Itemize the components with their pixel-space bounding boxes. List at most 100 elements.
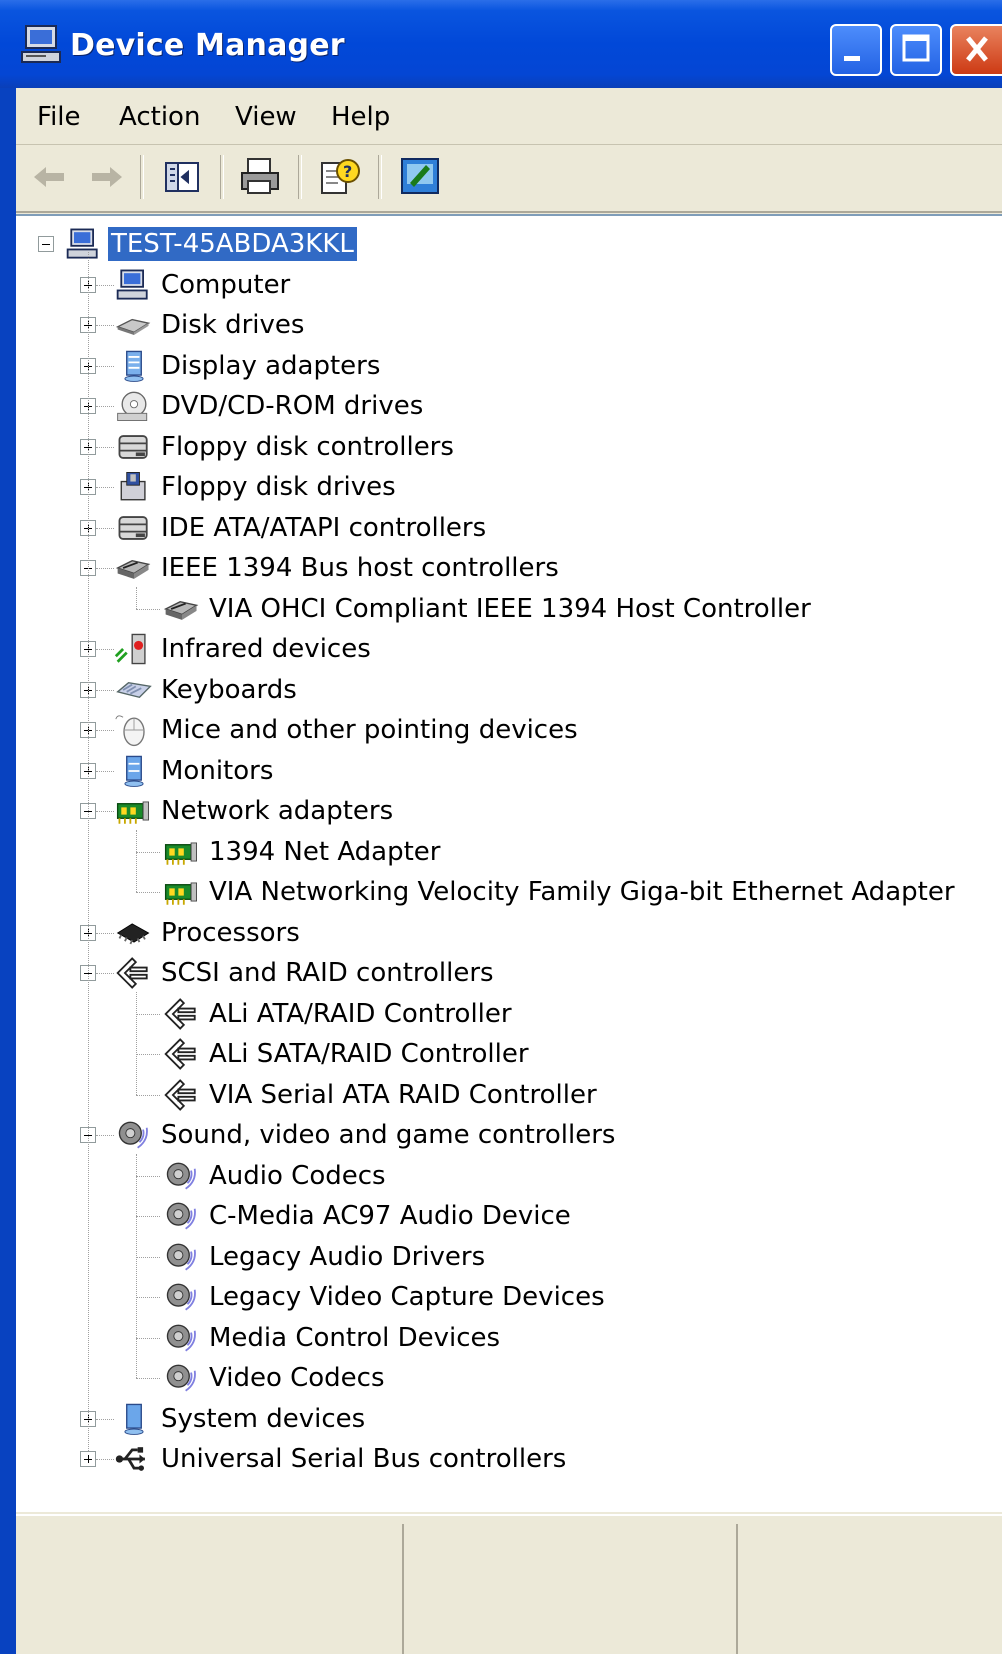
tree-device[interactable]: 1394 Net Adapter xyxy=(162,832,444,872)
tree-device[interactable]: ALi ATA/RAID Controller xyxy=(162,994,515,1034)
tree-connector-line xyxy=(96,365,114,367)
tree-item-label: SCSI and RAID controllers xyxy=(161,958,494,988)
tree-item-label: Infrared devices xyxy=(161,634,371,664)
cdrom-icon xyxy=(117,391,148,421)
ieee1394-icon xyxy=(163,600,199,620)
tree-category[interactable]: Keyboards xyxy=(114,670,300,710)
tree-connector-line xyxy=(96,730,114,731)
tree-connector-line xyxy=(136,1175,160,1177)
tree-device[interactable]: VIA Serial ATA RAID Controller xyxy=(162,1075,600,1115)
controller-icon xyxy=(118,515,148,540)
speaker-icon xyxy=(166,1243,196,1270)
tree-connector-line xyxy=(96,973,114,974)
tree-connector-line xyxy=(136,586,137,609)
menu-help[interactable]: Help xyxy=(331,102,390,132)
print-icon[interactable] xyxy=(238,155,282,199)
tree-item-label: Keyboards xyxy=(161,674,297,705)
tree-category[interactable]: Universal Serial Bus controllers xyxy=(114,1439,569,1479)
tree-device[interactable]: Media Control Devices xyxy=(162,1318,503,1358)
scsi-icon xyxy=(116,957,148,989)
scsi-icon xyxy=(164,1078,196,1111)
tree-connector-line xyxy=(96,649,114,650)
tree-connector-line xyxy=(136,1094,160,1096)
tree-device[interactable]: C-Media AC97 Audio Device xyxy=(162,1196,574,1236)
minimize-icon xyxy=(844,56,860,61)
tree-category[interactable]: Display adapters xyxy=(114,346,383,386)
tree-connector-line xyxy=(96,932,114,934)
tree-category[interactable]: Floppy disk controllers xyxy=(114,427,457,467)
menu-bar: File Action View Help xyxy=(16,88,1002,145)
tree-device[interactable]: Audio Codecs xyxy=(162,1156,389,1196)
tree-category[interactable]: Floppy disk drives xyxy=(114,467,399,507)
tree-device[interactable]: Video Codecs xyxy=(162,1358,388,1398)
scan-hardware-icon[interactable] xyxy=(398,155,442,199)
maximize-button[interactable] xyxy=(890,24,942,76)
tree-device[interactable]: VIA OHCI Compliant IEEE 1394 Host Contro… xyxy=(162,589,814,629)
device-manager-window: Device Manager File Action View Help ? T… xyxy=(0,0,1002,1654)
tree-device[interactable]: ALi SATA/RAID Controller xyxy=(162,1034,532,1074)
floppy-icon xyxy=(120,472,146,501)
tree-connector-line xyxy=(96,487,114,488)
tree-connector-line xyxy=(96,770,114,772)
speaker-icon xyxy=(166,1324,196,1351)
tree-category[interactable]: Mice and other pointing devices xyxy=(114,710,581,750)
tree-category[interactable]: Infrared devices xyxy=(114,629,374,669)
mouse-icon xyxy=(115,715,145,747)
tree-category[interactable]: Processors xyxy=(114,913,303,953)
show-hide-console-tree-icon[interactable] xyxy=(160,155,204,199)
tree-category[interactable]: Computer xyxy=(114,265,293,305)
close-icon xyxy=(966,36,988,62)
tree-connector-line xyxy=(96,811,114,812)
tree-item-label: Computer xyxy=(161,269,291,300)
tree-item-label: C-Media AC97 Audio Device xyxy=(209,1201,571,1231)
ieee1394-icon xyxy=(115,560,151,579)
tree-connector-line xyxy=(136,892,160,893)
tree-category[interactable]: Disk drives xyxy=(114,305,307,345)
tree-category[interactable]: Sound, video and game controllers xyxy=(114,1115,618,1155)
toolbar: ? xyxy=(16,145,1002,213)
controller-icon xyxy=(118,434,148,459)
tree-category[interactable]: DVD/CD-ROM drives xyxy=(114,386,426,426)
close-button[interactable] xyxy=(950,24,1002,76)
expand-button[interactable] xyxy=(80,1451,96,1467)
speaker-icon xyxy=(166,1283,196,1311)
tree-category[interactable]: SCSI and RAID controllers xyxy=(114,953,497,993)
tree-category[interactable]: Network adapters xyxy=(114,791,396,831)
display-adapter-icon xyxy=(124,350,144,382)
tree-category[interactable]: IDE ATA/ATAPI controllers xyxy=(114,508,489,548)
network-card-icon xyxy=(164,882,197,905)
computer-monitor-icon xyxy=(21,25,61,63)
tree-item-label: Legacy Video Capture Devices xyxy=(209,1282,605,1312)
tree-connector-line xyxy=(136,1216,160,1217)
forward-arrow-icon[interactable] xyxy=(84,155,128,199)
tree-device[interactable]: Legacy Audio Drivers xyxy=(162,1237,488,1277)
window-left-border xyxy=(0,88,16,1654)
status-pane-divider xyxy=(402,1524,404,1654)
device-tree[interactable]: TEST-45ABDA3KKL Computer Disk drives Displa… xyxy=(16,214,1002,1512)
tree-category[interactable]: System devices xyxy=(114,1399,368,1439)
tree-connector-line xyxy=(96,446,114,448)
minimize-button[interactable] xyxy=(830,24,882,76)
system-device-icon xyxy=(124,1403,144,1435)
computer-icon xyxy=(116,269,148,300)
toolbar-separator xyxy=(378,155,382,199)
properties-help-icon[interactable]: ? xyxy=(318,155,362,199)
tree-item-label: DVD/CD-ROM drives xyxy=(161,391,424,421)
tree-connector-line xyxy=(136,608,160,610)
tree-device[interactable]: VIA Networking Velocity Family Giga-bit … xyxy=(162,872,958,912)
collapse-button[interactable] xyxy=(38,236,54,252)
tree-connector-line xyxy=(96,325,114,326)
tree-root[interactable]: TEST-45ABDA3KKL xyxy=(64,224,358,264)
tree-device[interactable]: Legacy Video Capture Devices xyxy=(162,1277,608,1317)
menu-file[interactable]: File xyxy=(37,102,81,132)
tree-connector-line xyxy=(96,568,114,569)
toolbar-separator xyxy=(140,155,144,199)
tree-connector-line xyxy=(136,991,137,1095)
tree-category[interactable]: Monitors xyxy=(114,751,276,791)
window-title: Device Manager xyxy=(70,28,345,63)
back-arrow-icon[interactable] xyxy=(28,155,72,199)
menu-action[interactable]: Action xyxy=(119,102,200,132)
tree-category[interactable]: IEEE 1394 Bus host controllers xyxy=(114,548,562,588)
title-bar[interactable]: Device Manager xyxy=(0,0,1002,88)
menu-view[interactable]: View xyxy=(235,102,297,132)
